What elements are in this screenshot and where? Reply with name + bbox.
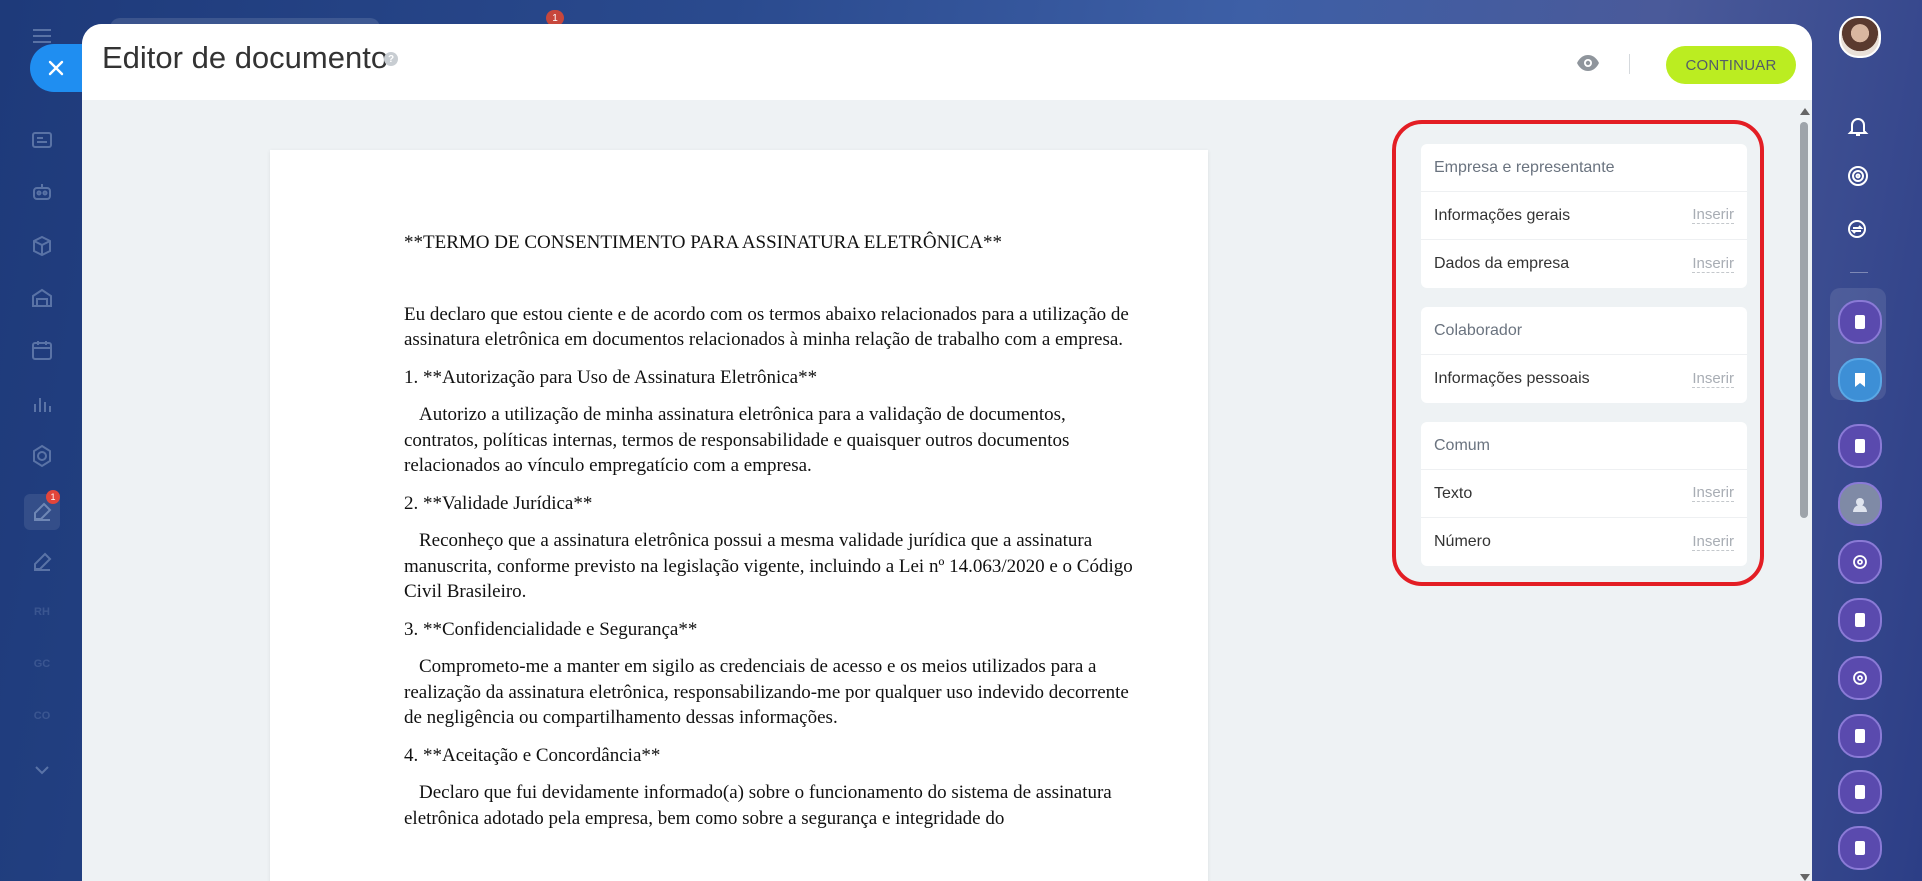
contact-book-icon[interactable] bbox=[1838, 598, 1882, 642]
sync-chat-icon[interactable] bbox=[1838, 540, 1882, 584]
scroll-up-arrow[interactable] bbox=[1800, 108, 1810, 115]
section-heading: 2. **Validade Jurídica** bbox=[404, 492, 593, 514]
field-item-label: Informações pessoais bbox=[1434, 370, 1590, 387]
section-body: Declaro que fui devidamente informado(a)… bbox=[404, 782, 1112, 829]
chat-avatar-icon[interactable] bbox=[1838, 482, 1882, 526]
document-intro: Eu declaro que estou ciente e de acordo … bbox=[404, 303, 1129, 351]
left-sidebar: 1 RH GC CO bbox=[0, 0, 82, 881]
field-item: Dados da empresa Inserir bbox=[1421, 240, 1747, 288]
search-sync-icon[interactable] bbox=[1842, 214, 1874, 246]
section-heading: 4. **Aceitação e Concordância** bbox=[404, 744, 661, 766]
insert-link[interactable]: Inserir bbox=[1692, 370, 1734, 388]
field-group-title: Comum bbox=[1434, 436, 1491, 454]
rail-item-gc[interactable]: GC bbox=[28, 650, 56, 678]
field-item-label: Número bbox=[1434, 533, 1491, 550]
scrollbar[interactable] bbox=[1798, 108, 1810, 881]
header-divider bbox=[1629, 54, 1630, 74]
contact-book-icon[interactable] bbox=[1838, 826, 1882, 870]
continue-button[interactable]: CONTINUAR bbox=[1666, 46, 1796, 84]
field-group-colaborador: Colaborador Informações pessoais Inserir bbox=[1421, 307, 1747, 403]
section-body: Autorizo a utilização de minha assinatur… bbox=[404, 404, 1070, 476]
field-item: Texto Inserir bbox=[1421, 470, 1747, 518]
rail-item-co[interactable]: CO bbox=[28, 702, 56, 730]
notification-badge: 1 bbox=[46, 490, 60, 504]
field-group-header: Colaborador bbox=[1421, 307, 1747, 355]
scroll-thumb[interactable] bbox=[1800, 122, 1808, 518]
robot-icon[interactable] bbox=[28, 178, 56, 206]
insert-link[interactable]: Inserir bbox=[1692, 255, 1734, 273]
help-icon[interactable]: ? bbox=[384, 52, 398, 66]
analytics-icon[interactable] bbox=[28, 390, 56, 418]
calendar-icon[interactable] bbox=[28, 336, 56, 364]
right-sidebar bbox=[1812, 0, 1922, 881]
chevron-down-icon[interactable] bbox=[28, 756, 56, 784]
sync-chat-icon[interactable] bbox=[1838, 656, 1882, 700]
field-group-comum: Comum Texto Inserir Número Inserir bbox=[1421, 422, 1747, 566]
document-page: **TERMO DE CONSENTIMENTO PARA ASSINATURA… bbox=[270, 150, 1208, 881]
contact-book-icon[interactable] bbox=[1838, 300, 1882, 344]
contact-card-icon[interactable] bbox=[28, 126, 56, 154]
rail-item-rh-label: RH bbox=[34, 606, 50, 618]
section-body: Reconheço que a assinatura eletrônica po… bbox=[404, 530, 1133, 602]
field-item: Informações pessoais Inserir bbox=[1421, 355, 1747, 403]
field-group-header: Comum bbox=[1421, 422, 1747, 470]
rail-divider bbox=[1850, 272, 1868, 273]
field-group-title: Colaborador bbox=[1434, 321, 1523, 339]
box-icon[interactable] bbox=[28, 232, 56, 260]
pen-icon[interactable] bbox=[28, 548, 56, 576]
section-heading: 3. **Confidencialidade e Segurança** bbox=[404, 618, 698, 640]
document-title: **TERMO DE CONSENTIMENTO PARA ASSINATURA… bbox=[404, 232, 1003, 253]
document-body: **TERMO DE CONSENTIMENTO PARA ASSINATURA… bbox=[404, 230, 1144, 843]
contact-book-icon[interactable] bbox=[1838, 770, 1882, 814]
editor-header: Editor de documento ? CONTINUAR bbox=[82, 24, 1812, 100]
rail-item-gc-label: GC bbox=[33, 658, 51, 670]
document-editor-window: Editor de documento ? CONTINUAR **TERMO … bbox=[82, 24, 1812, 881]
close-icon bbox=[48, 60, 64, 76]
rail-item-rh[interactable]: RH bbox=[28, 598, 56, 626]
contact-book-icon[interactable] bbox=[1838, 714, 1882, 758]
scroll-down-arrow[interactable] bbox=[1800, 874, 1810, 881]
insert-link[interactable]: Inserir bbox=[1692, 207, 1734, 224]
bell-icon[interactable] bbox=[1842, 110, 1874, 142]
field-item-label: Dados da empresa bbox=[1434, 255, 1570, 272]
warehouse-icon[interactable] bbox=[28, 284, 56, 312]
contact-book-icon[interactable] bbox=[1838, 424, 1882, 468]
field-group-header: Empresa e representante bbox=[1421, 144, 1747, 192]
section-heading: 1. **Autorização para Uso de Assinatura … bbox=[404, 366, 818, 388]
target-icon[interactable] bbox=[1842, 160, 1874, 192]
section-body: Comprometo-me a manter em sigilo as cred… bbox=[404, 656, 1129, 728]
user-avatar[interactable] bbox=[1839, 16, 1881, 58]
rail-item-co-label: CO bbox=[33, 710, 51, 722]
field-item: Número Inserir bbox=[1421, 518, 1747, 566]
field-item-label: Informações gerais bbox=[1434, 206, 1571, 224]
close-button[interactable] bbox=[30, 44, 82, 92]
bookmark-icon[interactable] bbox=[1838, 358, 1882, 402]
field-group-title: Empresa e representante bbox=[1434, 158, 1615, 176]
insert-link[interactable]: Inserir bbox=[1692, 533, 1734, 551]
insert-link[interactable]: Inserir bbox=[1692, 485, 1734, 502]
field-group-empresa: Empresa e representante Informações gera… bbox=[1421, 144, 1747, 288]
field-item: Informações gerais Inserir bbox=[1421, 192, 1747, 240]
page-title: Editor de documento bbox=[102, 40, 389, 75]
field-item-label: Texto bbox=[1434, 484, 1473, 502]
eye-icon[interactable] bbox=[1576, 54, 1600, 72]
settings-icon[interactable] bbox=[28, 442, 56, 470]
